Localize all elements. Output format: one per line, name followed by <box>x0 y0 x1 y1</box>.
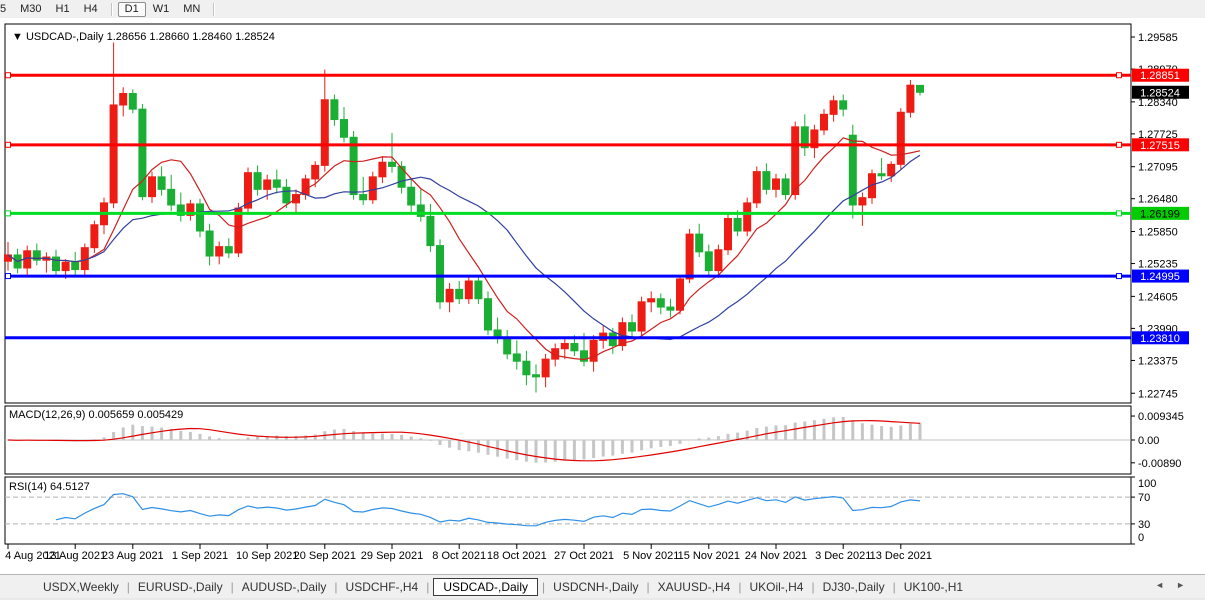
rsi-axis: 100 70 300 <box>1131 476 1156 545</box>
timeframe-button-w1[interactable]: W1 <box>146 2 177 17</box>
symbol-ohlc-label: ▼ USDCAD-,Daily 1.28656 1.28660 1.28460 … <box>12 31 275 43</box>
svg-text:23 Aug 2021: 23 Aug 2021 <box>102 550 164 562</box>
timeframe-button-m30[interactable]: M30 <box>13 2 48 17</box>
svg-text:1.25235: 1.25235 <box>1138 259 1178 271</box>
hline-handle[interactable] <box>1116 141 1122 148</box>
macd-label: MACD(12,26,9) 0.005659 0.005429 <box>9 409 183 421</box>
hline-handle[interactable] <box>1116 273 1122 280</box>
svg-text:27 Oct 2021: 27 Oct 2021 <box>554 550 614 562</box>
svg-text:1.24995: 1.24995 <box>1140 271 1180 283</box>
hline-handle[interactable] <box>5 141 11 148</box>
tab-xauusd-h4[interactable]: XAUUSD-,H4 <box>651 578 738 596</box>
svg-text:0.00: 0.00 <box>1138 435 1159 447</box>
timeframe-button-h4[interactable]: H4 <box>77 2 105 17</box>
svg-text:24 Nov 2021: 24 Nov 2021 <box>745 550 807 562</box>
svg-text:1.28851: 1.28851 <box>1140 70 1180 82</box>
hline-price-tag: 1.27515 <box>1132 138 1189 152</box>
svg-text:70: 70 <box>1138 492 1150 504</box>
hline-handle[interactable] <box>1116 210 1122 217</box>
date-axis: 4 Aug 202113 Aug 202123 Aug 2021 1 Sep 20… <box>5 544 932 562</box>
hline-price-tag: 1.26199 <box>1132 206 1189 220</box>
hline-handle[interactable] <box>1116 72 1122 79</box>
svg-text:1.27095: 1.27095 <box>1138 162 1178 174</box>
svg-text:8 Oct 2021: 8 Oct 2021 <box>432 550 486 562</box>
hline-handle[interactable] <box>5 72 11 79</box>
timeframe-button-mn[interactable]: MN <box>176 2 207 17</box>
rsi-label: RSI(14) 64.5127 <box>9 481 90 493</box>
svg-text:10 Sep 2021: 10 Sep 2021 <box>236 550 298 562</box>
svg-text:0.009345: 0.009345 <box>1138 411 1184 423</box>
svg-text:1.28524: 1.28524 <box>1140 87 1180 99</box>
tab-uk100-h1[interactable]: UK100-,H1 <box>897 578 970 596</box>
svg-text:20 Sep 2021: 20 Sep 2021 <box>294 550 356 562</box>
tabs-scroll-right-icon[interactable]: ► <box>1176 580 1197 590</box>
svg-text:0: 0 <box>1138 532 1144 544</box>
hline-price-tag: 1.23810 <box>1132 331 1189 345</box>
svg-text:13 Dec 2021: 13 Dec 2021 <box>870 550 932 562</box>
tab-usdx-weekly[interactable]: USDX,Weekly <box>36 578 126 596</box>
svg-text:1.23810: 1.23810 <box>1140 333 1180 345</box>
toolbar-separator <box>213 2 215 16</box>
current-price-tag: 1.28524 <box>1132 85 1189 99</box>
svg-text:100: 100 <box>1138 478 1156 490</box>
svg-text:1.26480: 1.26480 <box>1138 194 1178 206</box>
svg-text:-0.00890: -0.00890 <box>1138 458 1181 470</box>
svg-text:15 Nov 2021: 15 Nov 2021 <box>678 550 740 562</box>
svg-text:29 Sep 2021: 29 Sep 2021 <box>361 550 423 562</box>
chart-tabs: USDX,Weekly | EURUSD-,Daily | AUDUSD-,Daily |… <box>0 574 1205 598</box>
hline-handle[interactable] <box>5 273 11 280</box>
svg-text:18 Oct 2021: 18 Oct 2021 <box>487 550 547 562</box>
timeframe-button-d1[interactable]: D1 <box>117 1 146 17</box>
macd-axis: 0.009345 0.00 -0.00890 <box>1131 411 1184 470</box>
timeframe-button-h1[interactable]: H1 <box>49 2 77 17</box>
hline-price-tag: 1.24995 <box>1132 269 1189 283</box>
toolbar-separator <box>110 2 112 16</box>
tab-ukoil-h4[interactable]: UKOil-,H4 <box>742 578 810 596</box>
tab-dj30-daily[interactable]: DJ30-,Daily <box>816 578 892 596</box>
svg-text:3 Dec 2021: 3 Dec 2021 <box>815 550 871 562</box>
hline-handle[interactable] <box>5 210 11 217</box>
svg-text:1.23375: 1.23375 <box>1138 355 1178 367</box>
hline-price-tag: 1.28851 <box>1132 68 1189 82</box>
svg-text:13 Aug 2021: 13 Aug 2021 <box>44 550 106 562</box>
svg-text:1 Sep 2021: 1 Sep 2021 <box>172 550 228 562</box>
timeframe-toolbar: 5 M30 H1 H4 D1 W1 MN <box>0 0 1205 19</box>
svg-text:1.25850: 1.25850 <box>1138 227 1178 239</box>
svg-text:5 Nov 2021: 5 Nov 2021 <box>623 550 679 562</box>
chart-window[interactable]: 1.295851.289701.283401.277251.270951.264… <box>0 18 1205 574</box>
tab-audusd-daily[interactable]: AUDUSD-,Daily <box>235 578 334 596</box>
svg-text:1.27515: 1.27515 <box>1140 140 1180 152</box>
svg-text:1.29585: 1.29585 <box>1138 32 1178 44</box>
chart-canvas[interactable]: 1.295851.289701.283401.277251.270951.264… <box>0 18 1205 574</box>
tab-usdcad-daily[interactable]: USDCAD-,Daily <box>433 577 539 596</box>
svg-text:30: 30 <box>1138 519 1150 531</box>
tab-usdcnh-daily[interactable]: USDCNH-,Daily <box>546 578 645 596</box>
svg-text:1.26199: 1.26199 <box>1140 208 1180 220</box>
tab-eurusd-daily[interactable]: EURUSD-,Daily <box>131 578 230 596</box>
tab-separator: | <box>426 579 430 594</box>
tabs-scroll-left-icon[interactable]: ◄ <box>1155 580 1176 590</box>
tab-usdchf-h4[interactable]: USDCHF-,H4 <box>339 578 426 596</box>
timeframe-button-5[interactable]: 5 <box>0 2 13 17</box>
svg-text:1.22745: 1.22745 <box>1138 388 1178 400</box>
svg-text:1.24605: 1.24605 <box>1138 291 1178 303</box>
